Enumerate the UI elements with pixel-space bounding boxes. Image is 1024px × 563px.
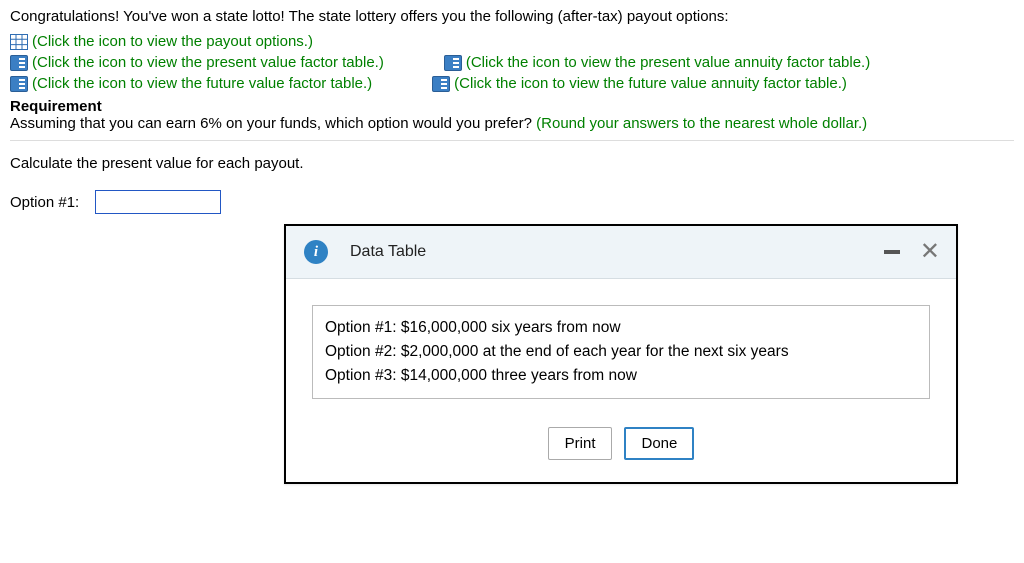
dialog-title: Data Table (350, 243, 426, 261)
notebook-icon (10, 76, 28, 92)
dialog-header: i Data Table ✕ (286, 226, 956, 279)
link-pv-table[interactable]: (Click the icon to view the present valu… (10, 54, 384, 71)
notebook-icon (432, 76, 450, 92)
option1-input[interactable] (95, 190, 221, 214)
notebook-icon (444, 55, 462, 71)
info-icon: i (304, 240, 328, 264)
minimize-icon[interactable] (884, 250, 900, 254)
option-line: Option #3: $14,000,000 three years from … (325, 364, 917, 388)
close-icon[interactable]: ✕ (920, 240, 940, 264)
requirement-heading: Requirement (10, 98, 1014, 115)
calc-instruction: Calculate the present value for each pay… (10, 155, 1014, 172)
options-box: Option #1: $16,000,000 six years from no… (312, 305, 930, 399)
data-table-dialog: i Data Table ✕ Option #1: $16,000,000 si… (284, 224, 958, 484)
link-label: (Click the icon to view the future value… (32, 75, 372, 92)
link-label: (Click the icon to view the present valu… (466, 54, 870, 71)
link-label: (Click the icon to view the future value… (454, 75, 847, 92)
link-fv-table[interactable]: (Click the icon to view the future value… (10, 75, 372, 92)
notebook-icon (10, 55, 28, 71)
done-button[interactable]: Done (624, 427, 694, 460)
link-label: (Click the icon to view the present valu… (32, 54, 384, 71)
grid-icon (10, 34, 28, 50)
divider (10, 140, 1014, 141)
intro-text: Congratulations! You've won a state lott… (10, 8, 1014, 25)
option-line: Option #1: $16,000,000 six years from no… (325, 316, 917, 340)
option1-label: Option #1: (10, 194, 79, 211)
print-button[interactable]: Print (548, 427, 613, 460)
link-payout-options[interactable]: (Click the icon to view the payout optio… (10, 33, 313, 50)
link-pv-annuity-table[interactable]: (Click the icon to view the present valu… (444, 54, 870, 71)
link-label: (Click the icon to view the payout optio… (32, 33, 313, 50)
link-fv-annuity-table[interactable]: (Click the icon to view the future value… (432, 75, 847, 92)
requirement-text: Assuming that you can earn 6% on your fu… (10, 115, 1014, 132)
option-line: Option #2: $2,000,000 at the end of each… (325, 340, 917, 364)
